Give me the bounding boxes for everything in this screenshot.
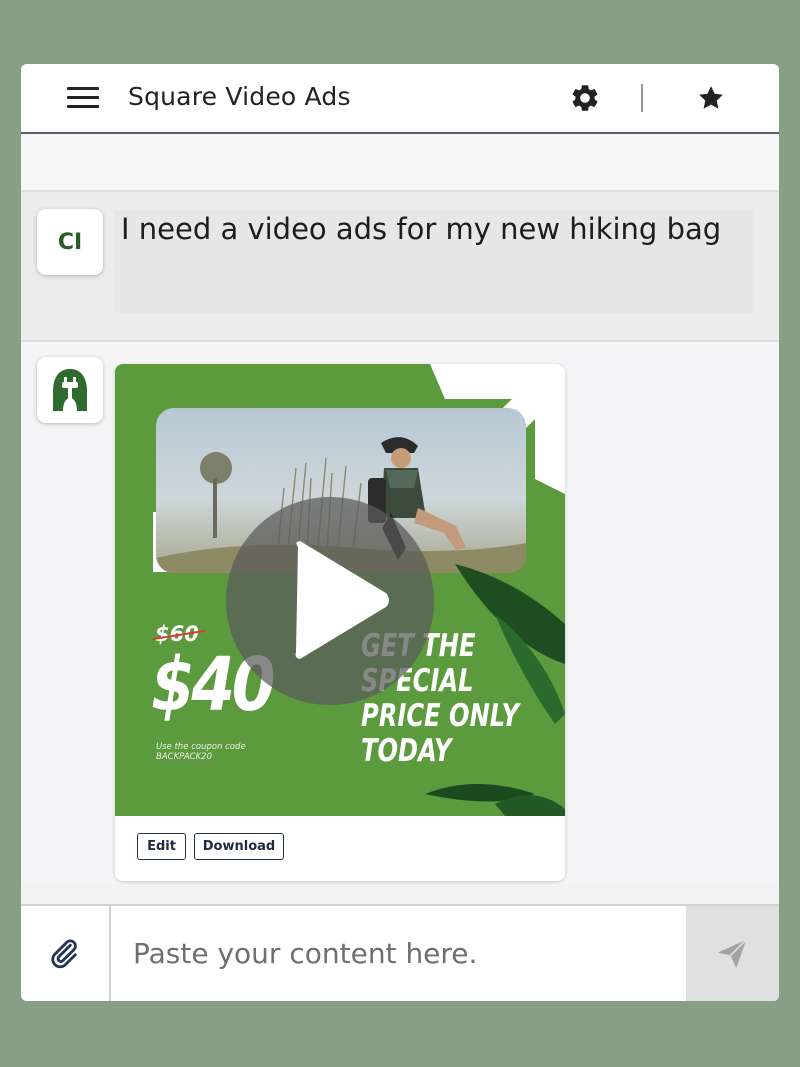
content-input[interactable] xyxy=(111,906,686,1001)
user-avatar: CI xyxy=(37,209,103,275)
send-button[interactable] xyxy=(686,906,779,1001)
download-button[interactable]: Download xyxy=(194,833,284,860)
paperclip-icon xyxy=(51,939,77,969)
play-button[interactable] xyxy=(226,497,434,705)
app-title: Square Video Ads xyxy=(128,82,351,111)
attach-button[interactable] xyxy=(21,906,111,1001)
bot-message-row: $60 $40 Use the coupon code BACKPACK20 G… xyxy=(21,342,779,884)
menu-icon[interactable] xyxy=(67,87,99,109)
user-message-bubble: I need a video ads for my new hiking bag xyxy=(115,210,753,313)
chat-app-window: Square Video Ads CI I need a video ads f… xyxy=(21,64,779,1001)
star-icon[interactable] xyxy=(696,83,726,113)
coupon-text: Use the coupon code BACKPACK20 xyxy=(156,742,246,762)
video-ad-preview[interactable]: $60 $40 Use the coupon code BACKPACK20 G… xyxy=(115,364,565,816)
bot-avatar xyxy=(37,357,103,423)
user-avatar-initials: CI xyxy=(57,229,83,255)
coupon-line-2: BACKPACK20 xyxy=(156,752,212,762)
play-icon xyxy=(295,541,389,659)
ad-card-actions: Edit Download xyxy=(115,816,565,881)
user-message-text: I need a video ads for my new hiking bag xyxy=(121,212,722,246)
chat-top-spacer xyxy=(21,134,779,192)
plug-tree-logo-icon xyxy=(53,369,87,411)
app-header: Square Video Ads xyxy=(21,64,779,134)
video-ad-card: $60 $40 Use the coupon code BACKPACK20 G… xyxy=(115,364,565,881)
send-icon xyxy=(717,939,747,969)
message-composer xyxy=(21,904,779,1001)
edit-button[interactable]: Edit xyxy=(137,833,186,860)
coupon-line-1: Use the coupon code xyxy=(156,742,246,752)
headline-line-4: TODAY xyxy=(361,733,452,769)
user-message-row: CI I need a video ads for my new hiking … xyxy=(21,192,779,342)
header-divider xyxy=(641,84,643,112)
gear-icon[interactable] xyxy=(569,82,601,114)
